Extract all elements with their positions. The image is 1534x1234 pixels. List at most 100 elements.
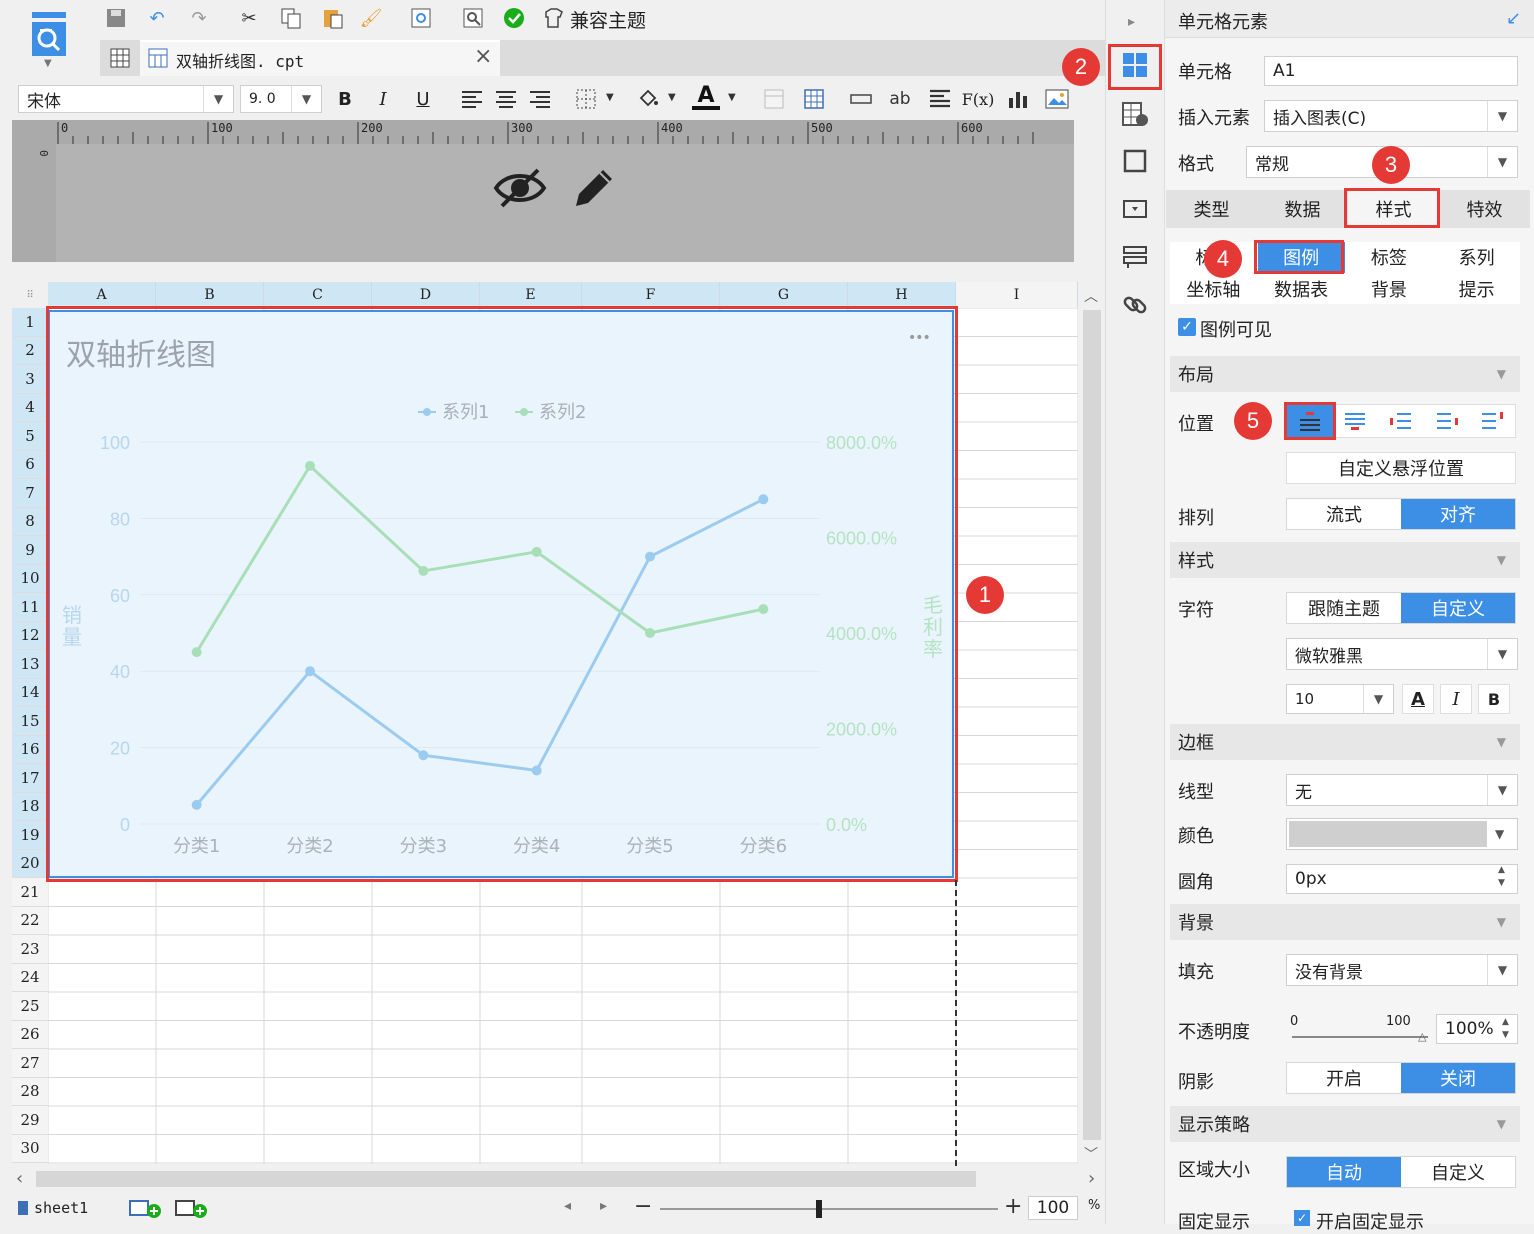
save-icon[interactable]	[102, 4, 130, 32]
column-header[interactable]: F	[582, 282, 720, 308]
subtab-background[interactable]: 背景	[1345, 273, 1433, 304]
zoom-input[interactable]: 100	[1028, 1196, 1078, 1220]
italic-button[interactable]: I	[370, 85, 396, 113]
row-header[interactable]: 17	[12, 764, 48, 793]
widget-frame-icon[interactable]	[1120, 146, 1150, 176]
chevron-down-icon[interactable]: ▼	[1487, 639, 1517, 669]
bold-button[interactable]: B	[332, 85, 358, 113]
zoom-out-icon[interactable]: −	[634, 1194, 652, 1219]
insert-element-select[interactable]: 插入图表(C) ▼	[1264, 100, 1518, 132]
custom-float-button[interactable]: 自定义悬浮位置	[1286, 452, 1516, 484]
dropdown-widget-icon[interactable]	[1120, 194, 1150, 224]
scroll-down-icon[interactable]: ﹀	[1084, 1144, 1098, 1164]
underline-button[interactable]: U	[410, 85, 436, 113]
char-follow-theme[interactable]: 跟随主题	[1287, 593, 1401, 623]
row-header[interactable]: 2	[12, 336, 48, 365]
row-header[interactable]: 9	[12, 536, 48, 565]
style-section[interactable]: 样式 ▼	[1170, 542, 1520, 578]
paste-icon[interactable]	[318, 4, 348, 32]
legend-bold-button[interactable]: B	[1478, 684, 1510, 714]
chevron-down-icon[interactable]: ▼	[291, 86, 321, 112]
font-size-select[interactable]: 9. 0 ▼	[240, 85, 322, 113]
template-logo-icon[interactable]	[28, 10, 70, 62]
border-section[interactable]: 边框 ▼	[1170, 724, 1520, 760]
row-header[interactable]: 25	[12, 992, 48, 1021]
row-header[interactable]: 15	[12, 707, 48, 736]
char-custom[interactable]: 自定义	[1401, 593, 1515, 623]
tab-data[interactable]: 数据	[1257, 190, 1348, 228]
scroll-up-icon[interactable]: ︿	[1084, 286, 1098, 306]
chevron-down-icon[interactable]: ▼	[203, 86, 233, 112]
opacity-stepper-icon[interactable]: ▲ ▼	[1502, 1016, 1509, 1042]
align-right-icon[interactable]	[526, 86, 554, 112]
align-center-icon[interactable]	[492, 86, 520, 112]
opacity-slider[interactable]	[1292, 1036, 1428, 1038]
background-section[interactable]: 背景 ▼	[1170, 904, 1520, 940]
chevron-down-icon[interactable]: ▼	[1487, 775, 1517, 805]
row-header[interactable]: 30	[12, 1134, 48, 1163]
row-header[interactable]: 20	[12, 849, 48, 878]
next-sheet-icon[interactable]: ▸	[600, 1198, 607, 1214]
font-family-select[interactable]: 宋体 ▼	[18, 85, 234, 113]
align-left-icon[interactable]	[458, 86, 486, 112]
chevron-down-icon[interactable]: ▼	[606, 92, 614, 103]
compat-theme-label[interactable]: 兼容主题	[570, 6, 646, 33]
display-section[interactable]: 显示策略 ▼	[1170, 1106, 1520, 1142]
insert-chart-icon[interactable]	[1004, 86, 1032, 112]
chevron-down-icon[interactable]: ▼	[668, 92, 676, 103]
scroll-h-thumb[interactable]	[36, 1171, 976, 1187]
scroll-left-icon[interactable]: ‹	[16, 1168, 23, 1189]
theme-icon[interactable]	[540, 4, 568, 32]
legend-font-select[interactable]: 微软雅黑 ▼	[1286, 638, 1518, 670]
zoom-slider[interactable]	[660, 1208, 998, 1210]
cell-input[interactable]: A1	[1264, 56, 1518, 86]
undo-icon[interactable]: ↶	[142, 4, 172, 32]
column-header[interactable]: B	[156, 282, 264, 308]
legend-font-color-button[interactable]: A	[1402, 684, 1434, 714]
position-top-right-icon[interactable]	[1469, 405, 1515, 437]
scroll-thumb[interactable]	[1083, 310, 1101, 1140]
legend-visible-checkbox[interactable]: ✓	[1178, 318, 1196, 336]
layout-section[interactable]: 布局 ▼	[1170, 356, 1520, 392]
select-all-corner[interactable]: ⠿	[12, 282, 48, 308]
tab-type[interactable]: 类型	[1166, 190, 1257, 228]
row-header[interactable]: 11	[12, 593, 48, 622]
row-header[interactable]: 13	[12, 650, 48, 679]
legend-size-select[interactable]: 10 ▼	[1286, 684, 1394, 714]
area-custom[interactable]: 自定义	[1401, 1157, 1515, 1187]
cut-icon[interactable]: ✂	[234, 4, 264, 32]
text-align-icon[interactable]	[926, 86, 954, 112]
row-header[interactable]: 29	[12, 1106, 48, 1135]
column-header[interactable]: I	[956, 282, 1078, 308]
row-header[interactable]: 21	[12, 878, 48, 907]
row-header[interactable]: 26	[12, 1020, 48, 1049]
position-left-icon[interactable]	[1378, 405, 1424, 437]
shadow-on[interactable]: 开启	[1287, 1063, 1401, 1093]
insert-row-icon[interactable]	[846, 86, 876, 112]
close-tab-icon[interactable]: ×	[474, 44, 492, 69]
row-header[interactable]: 27	[12, 1049, 48, 1078]
column-header[interactable]: C	[264, 282, 372, 308]
text-ab-icon[interactable]: ab	[886, 86, 914, 112]
merge-cells-icon[interactable]	[760, 86, 788, 112]
copy-icon[interactable]	[276, 4, 306, 32]
prev-sheet-icon[interactable]: ◂	[564, 1198, 571, 1214]
column-header[interactable]: H	[848, 282, 956, 308]
area-auto[interactable]: 自动	[1287, 1157, 1401, 1187]
chevron-down-icon[interactable]: ▼	[1363, 685, 1393, 713]
fill-color-icon[interactable]	[634, 86, 662, 112]
row-header[interactable]: 28	[12, 1077, 48, 1106]
fill-select[interactable]: 没有背景 ▼	[1286, 954, 1518, 986]
expand-panel-icon[interactable]: ▸	[1128, 14, 1135, 30]
position-bottom-icon[interactable]	[1333, 405, 1379, 437]
sheet-tab[interactable]: sheet1	[18, 1196, 110, 1220]
subtab-label[interactable]: 标签	[1345, 242, 1433, 273]
cell-grid-icon[interactable]	[106, 44, 134, 72]
arrange-align[interactable]: 对齐	[1401, 499, 1515, 529]
row-header[interactable]: 6	[12, 450, 48, 479]
scroll-right-icon[interactable]: ›	[1088, 1168, 1095, 1189]
horizontal-scrollbar[interactable]: ‹ ›	[12, 1166, 1104, 1192]
radius-input[interactable]: 0px	[1286, 864, 1518, 894]
zoom-slider-thumb[interactable]	[816, 1200, 822, 1218]
chevron-down-icon[interactable]: ▼	[1487, 147, 1517, 177]
